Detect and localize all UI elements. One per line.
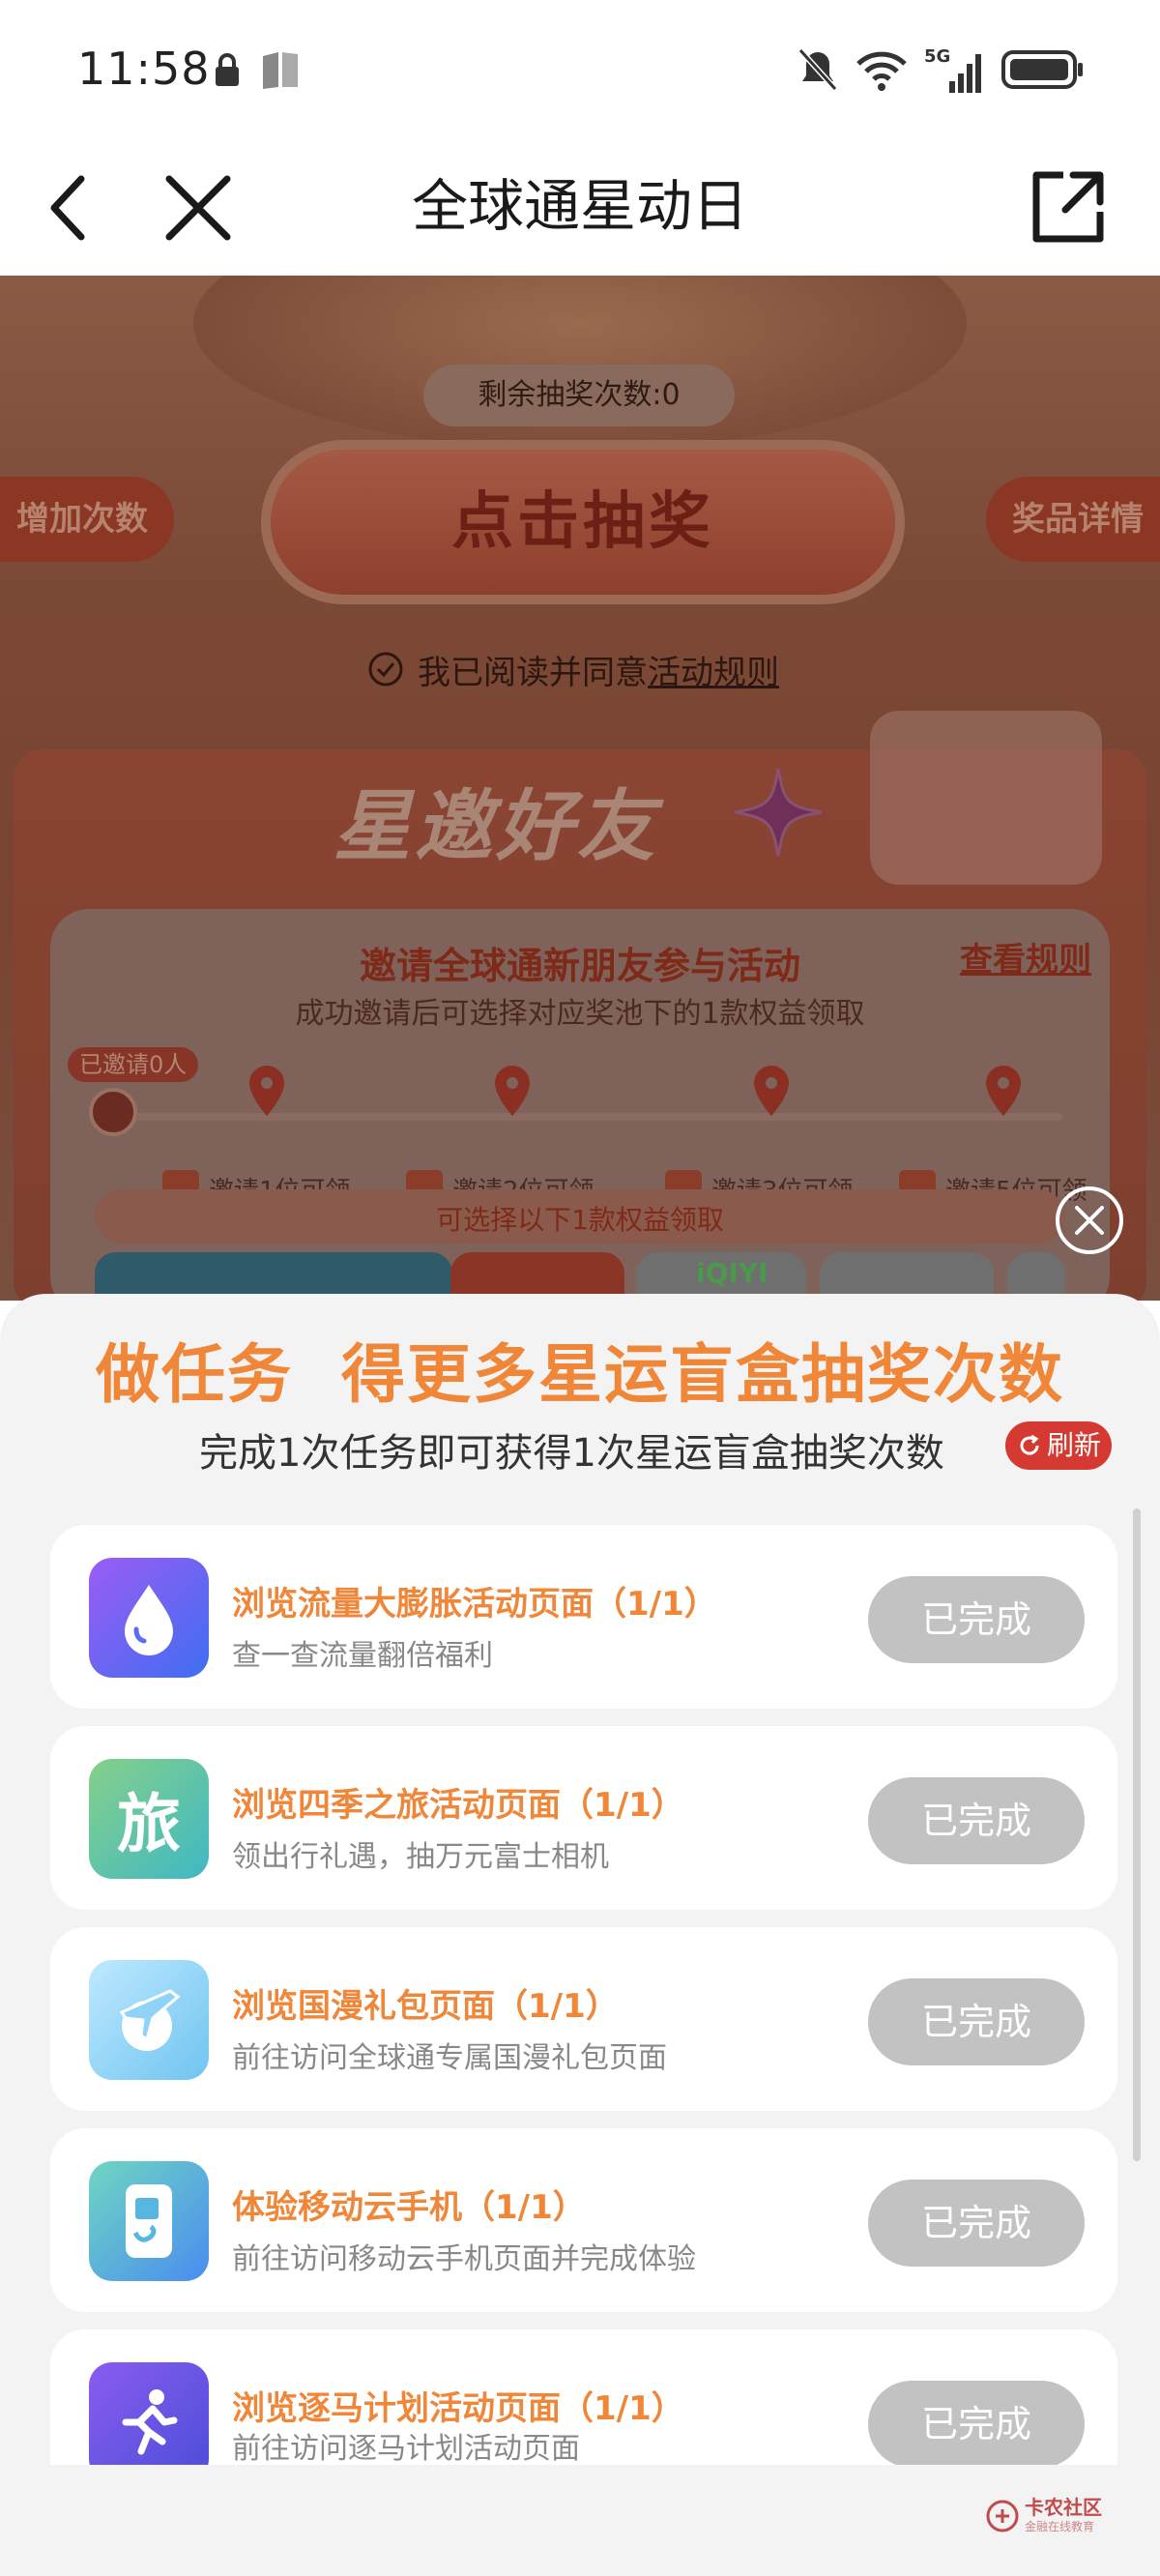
location-pin-icon [249, 1066, 284, 1116]
airplane-icon [89, 1960, 209, 2080]
close-overlay-icon[interactable] [1054, 1185, 1125, 1256]
task-completed-button[interactable]: 已完成 [868, 1978, 1085, 2065]
task-sheet-subtitle: 完成1次任务即可获得1次星运盲盒抽奖次数 [199, 1431, 944, 1476]
invited-count-badge: 已邀请0人 [68, 1047, 199, 1082]
share-icon[interactable] [1025, 163, 1112, 250]
invite-subheading: 成功邀请后可选择对应奖池下的1款权益领取 [295, 997, 865, 1031]
refresh-icon [1020, 1434, 1039, 1455]
checkbox-icon[interactable] [367, 651, 404, 688]
view-rules-link[interactable]: 查看规则 [960, 933, 1091, 981]
water-drop-icon [89, 1558, 209, 1678]
iqiyi-logo: iQIYI [696, 1257, 768, 1289]
remaining-chances: 剩余抽奖次数:0 [423, 365, 735, 426]
svg-text:5G: 5G [924, 46, 950, 67]
task-desc: 前往访问逐马计划活动页面 [232, 2432, 580, 2465]
prize-detail-button[interactable]: 奖品详情 [986, 477, 1160, 562]
travel-icon: 旅 [89, 1759, 209, 1879]
task-desc: 前往访问移动云手机页面并完成体验 [232, 2242, 696, 2276]
task-completed-button[interactable]: 已完成 [868, 2180, 1085, 2267]
agreement-row[interactable]: 我已阅读并同意 活动规则 [367, 645, 779, 693]
invite-banner-title: 星邀好友 [334, 781, 658, 871]
gift-decoration [870, 711, 1102, 885]
task-item: 浏览流量大膨胀活动页面（1/1） 查一查流量翻倍福利 已完成 [50, 1525, 1117, 1709]
choose-benefit-text: 可选择以下1款权益领取 [436, 1204, 724, 1236]
5g-signal-icon: 5G [924, 46, 981, 93]
task-item: 浏览国漫礼包页面（1/1） 前往访问全球通专属国漫礼包页面 已完成 [50, 1927, 1117, 2111]
avatar [89, 1088, 137, 1136]
book-icon [263, 52, 298, 89]
task-title: 浏览四季之旅活动页面（1/1） [232, 1786, 684, 1825]
refresh-button[interactable]: 刷新 [1005, 1421, 1112, 1470]
task-sheet-title: 做任务 得更多星运盲盒抽奖次数 [96, 1337, 1064, 1412]
add-chances-button[interactable]: 增加次数 [0, 477, 174, 562]
status-time: 11:58 [77, 43, 211, 95]
watermark-logo-icon [986, 2500, 1019, 2532]
rules-link[interactable]: 活动规则 [648, 646, 779, 693]
draw-button[interactable]: 点击抽奖 [271, 450, 895, 595]
wifi-icon [856, 51, 907, 91]
nav-bar: 全球通星动日 [0, 140, 1160, 276]
refresh-label: 刷新 [1046, 1429, 1101, 1461]
cloud-phone-icon [89, 2161, 209, 2281]
page-title: 全球通星动日 [411, 173, 748, 239]
task-completed-button[interactable]: 已完成 [868, 1576, 1085, 1663]
task-list: 浏览流量大膨胀活动页面（1/1） 查一查流量翻倍福利 已完成 旅 浏览四季之旅活… [50, 1525, 1117, 2465]
task-item: 旅 浏览四季之旅活动页面（1/1） 领出行礼遇，抽万元富士相机 已完成 [50, 1726, 1117, 1910]
scrollbar[interactable] [1133, 1508, 1141, 2161]
task-item: 浏览逐马计划活动页面（1/1） 前往访问逐马计划活动页面 已完成 [50, 2329, 1117, 2465]
task-desc: 领出行礼遇，抽万元富士相机 [232, 1840, 609, 1874]
location-pin-icon [495, 1066, 530, 1116]
task-title: 体验移动云手机（1/1） [232, 2188, 586, 2227]
task-title: 浏览逐马计划活动页面（1/1） [232, 2389, 684, 2428]
task-title: 浏览流量大膨胀活动页面（1/1） [232, 1585, 717, 1624]
task-item: 体验移动云手机（1/1） 前往访问移动云手机页面并完成体验 已完成 [50, 2128, 1117, 2312]
watermark-sub: 金融在线教育 [1025, 2520, 1095, 2533]
status-icons: 5G [797, 44, 1085, 95]
agreement-text: 我已阅读并同意 [418, 653, 648, 692]
task-completed-button[interactable]: 已完成 [868, 1777, 1085, 1864]
travel-glyph: 旅 [117, 1787, 181, 1861]
task-desc: 前往访问全球通专属国漫礼包页面 [232, 2041, 667, 2075]
task-desc: 查一查流量翻倍福利 [232, 1639, 493, 1673]
running-icon [89, 2362, 209, 2465]
lock-icon [216, 53, 239, 86]
location-pin-icon [754, 1066, 789, 1116]
invite-heading: 邀请全球通新朋友参与活动 [359, 945, 800, 987]
task-completed-button[interactable]: 已完成 [868, 2381, 1085, 2465]
watermark: 卡农社区 金融在线教育 [986, 2497, 1102, 2534]
task-title: 浏览国漫礼包页面（1/1） [232, 1987, 619, 2026]
battery-icon [1001, 50, 1083, 89]
status-bar: 11:58 5G [0, 0, 1160, 140]
activity-background: 剩余抽奖次数:0 增加次数 点击抽奖 奖品详情 我已阅读并同意 活动规则 星邀好友… [0, 276, 1160, 1301]
star-icon [734, 768, 823, 857]
watermark-text: 卡农社区 [1025, 2496, 1102, 2519]
mute-bell-icon [798, 47, 838, 92]
location-pin-icon [986, 1066, 1021, 1116]
